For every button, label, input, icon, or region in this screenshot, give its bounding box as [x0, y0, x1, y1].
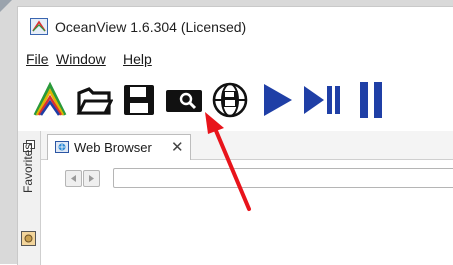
network-save-icon — [212, 82, 248, 118]
window-corner-marker — [0, 0, 12, 12]
tab-web-browser[interactable]: Web Browser ✕ — [47, 134, 191, 160]
app-window: OceanView 1.6.304 (Licensed) File Window… — [17, 6, 453, 265]
url-input[interactable] — [113, 168, 453, 188]
play-pause-icon — [304, 86, 340, 114]
pause-icon — [360, 82, 382, 118]
play-button[interactable] — [260, 77, 296, 123]
capture-reference-button[interactable] — [164, 77, 204, 123]
web-browser-icon — [55, 141, 69, 153]
forward-button[interactable] — [83, 170, 100, 187]
menu-window[interactable]: Window — [56, 51, 106, 67]
network-save-button[interactable] — [210, 77, 250, 123]
menu-file-label: File — [26, 51, 49, 67]
spectrum-peak-icon — [33, 81, 67, 116]
save-button[interactable] — [121, 77, 157, 123]
title-bar: OceanView 1.6.304 (Licensed) — [18, 7, 453, 41]
web-browser-panel — [41, 160, 453, 265]
app-logo-icon — [30, 18, 48, 35]
menu-bar: File Window Help — [18, 51, 453, 71]
play-icon — [264, 84, 292, 116]
open-button[interactable] — [74, 77, 114, 123]
menu-help-label: Help — [123, 51, 152, 67]
tab-label: Web Browser — [74, 140, 152, 155]
favorites-tab-label[interactable]: Favorites — [21, 144, 35, 193]
tab-close-icon[interactable]: ✕ — [171, 138, 184, 156]
capture-reference-icon — [166, 90, 202, 112]
favorites-icon[interactable] — [21, 231, 36, 246]
back-button[interactable] — [65, 170, 82, 187]
open-folder-icon — [76, 87, 113, 115]
main-toolbar — [18, 77, 453, 123]
save-icon — [124, 85, 154, 115]
pause-button[interactable] — [354, 77, 388, 123]
window-title: OceanView 1.6.304 (Licensed) — [55, 19, 247, 35]
editor-tab-bar: Web Browser ✕ — [41, 131, 453, 160]
forward-arrow-icon — [89, 175, 94, 182]
favorites-sidebar: Favorites — [18, 131, 41, 265]
menu-window-label: Window — [56, 51, 106, 67]
back-arrow-icon — [71, 175, 76, 182]
spectrum-button[interactable] — [32, 77, 68, 123]
outer-frame-left — [0, 0, 17, 264]
menu-file[interactable]: File — [26, 51, 49, 67]
menu-help[interactable]: Help — [123, 51, 152, 67]
play-pause-button[interactable] — [302, 77, 342, 123]
